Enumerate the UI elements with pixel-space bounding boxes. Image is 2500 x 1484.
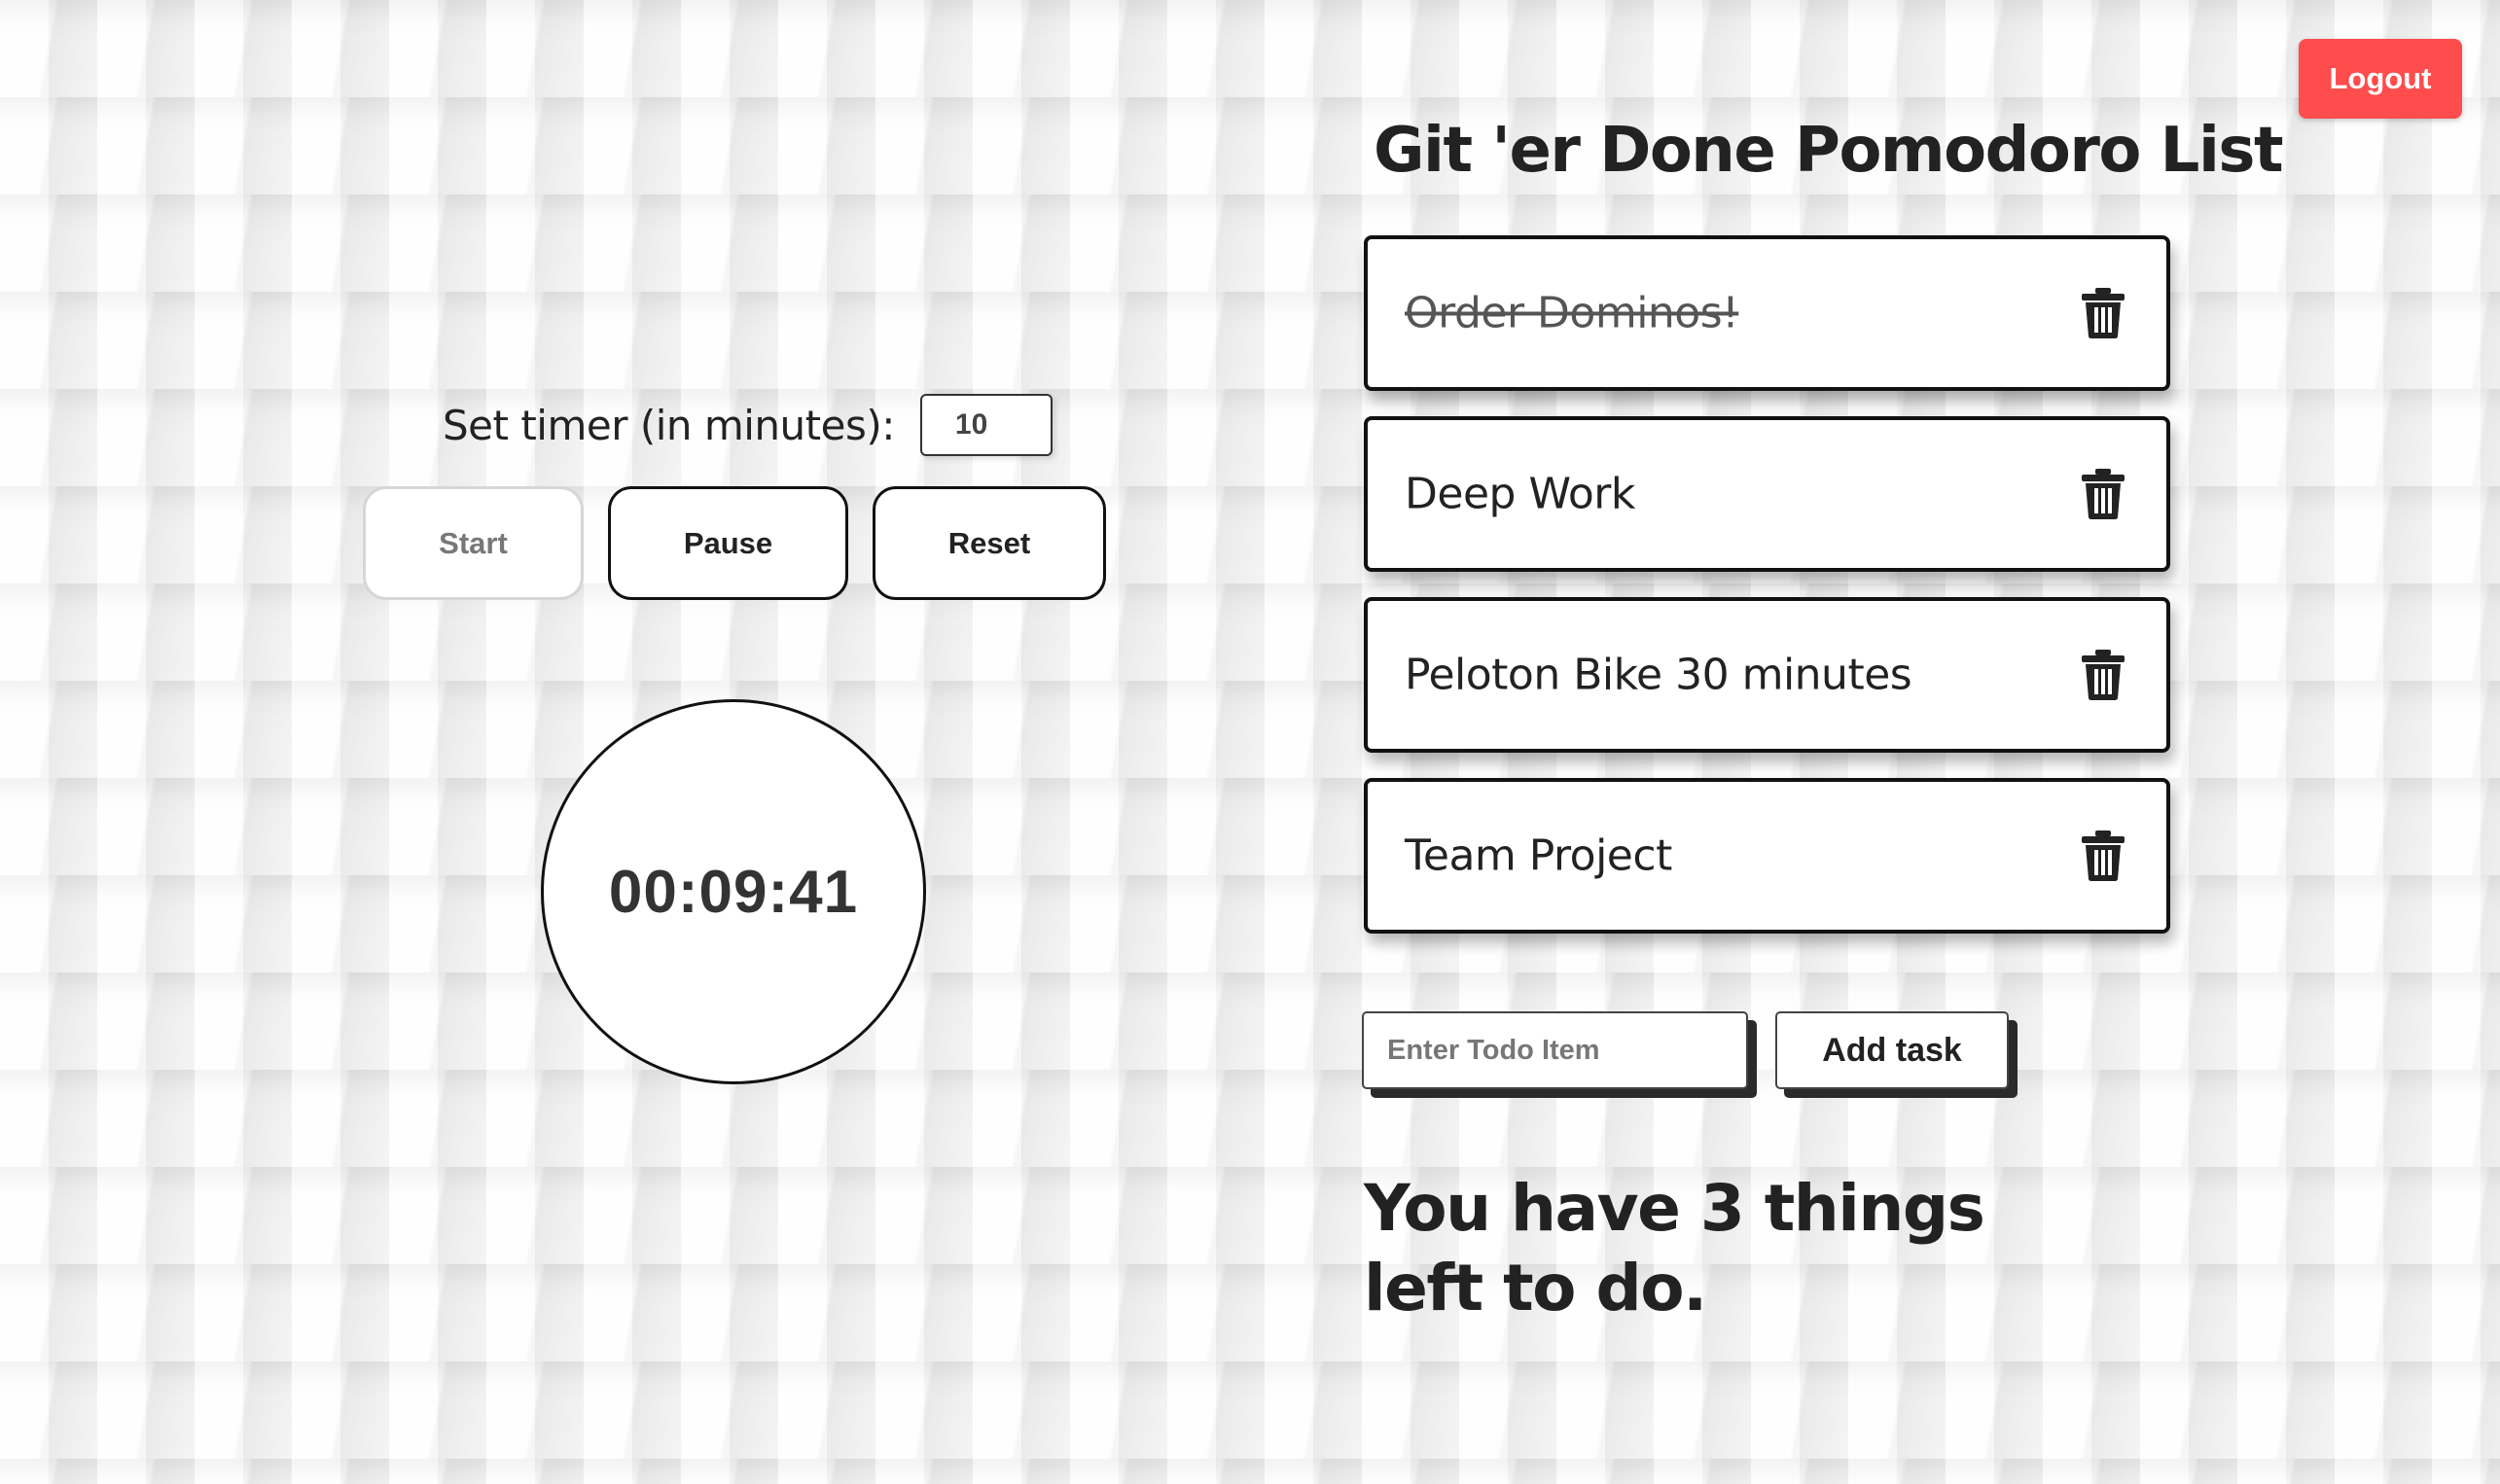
add-task-button[interactable]: Add task [1775, 1011, 2009, 1089]
todo-item[interactable]: Deep Work [1364, 416, 2170, 572]
trash-icon[interactable] [2081, 468, 2125, 520]
todo-item[interactable]: Peloton Bike 30 minutes [1364, 597, 2170, 753]
page-title: Git 'er Done Pomodoro List [1374, 115, 2284, 187]
todo-item-text[interactable]: Deep Work [1405, 470, 1635, 519]
pause-button[interactable]: Pause [608, 486, 848, 600]
trash-icon[interactable] [2081, 287, 2125, 339]
trash-icon[interactable] [2081, 830, 2125, 882]
timer-circle: 00:09:41 [541, 699, 926, 1084]
timer-countdown: 00:09:41 [608, 858, 859, 926]
todo-input[interactable]: Enter Todo Item [1362, 1011, 1748, 1089]
timer-setting-row: Set timer (in minutes): 10 [443, 394, 1053, 456]
timer-label: Set timer (in minutes): [443, 401, 895, 449]
remaining-count-text: You have 3 things left to do. [1364, 1171, 1985, 1325]
todo-item[interactable]: Team Project [1364, 778, 2170, 934]
trash-icon[interactable] [2081, 649, 2125, 701]
todo-item-text[interactable]: Team Project [1405, 831, 1672, 881]
todo-item-text[interactable]: Order Dominos! [1405, 289, 1739, 338]
start-button[interactable]: Start [363, 486, 584, 600]
timer-minutes-input[interactable]: 10 [919, 394, 1053, 456]
todo-item[interactable]: Order Dominos! [1364, 235, 2170, 391]
reset-button[interactable]: Reset [873, 486, 1106, 600]
logout-button[interactable]: Logout [2299, 39, 2462, 119]
todo-item-text[interactable]: Peloton Bike 30 minutes [1405, 651, 1912, 700]
